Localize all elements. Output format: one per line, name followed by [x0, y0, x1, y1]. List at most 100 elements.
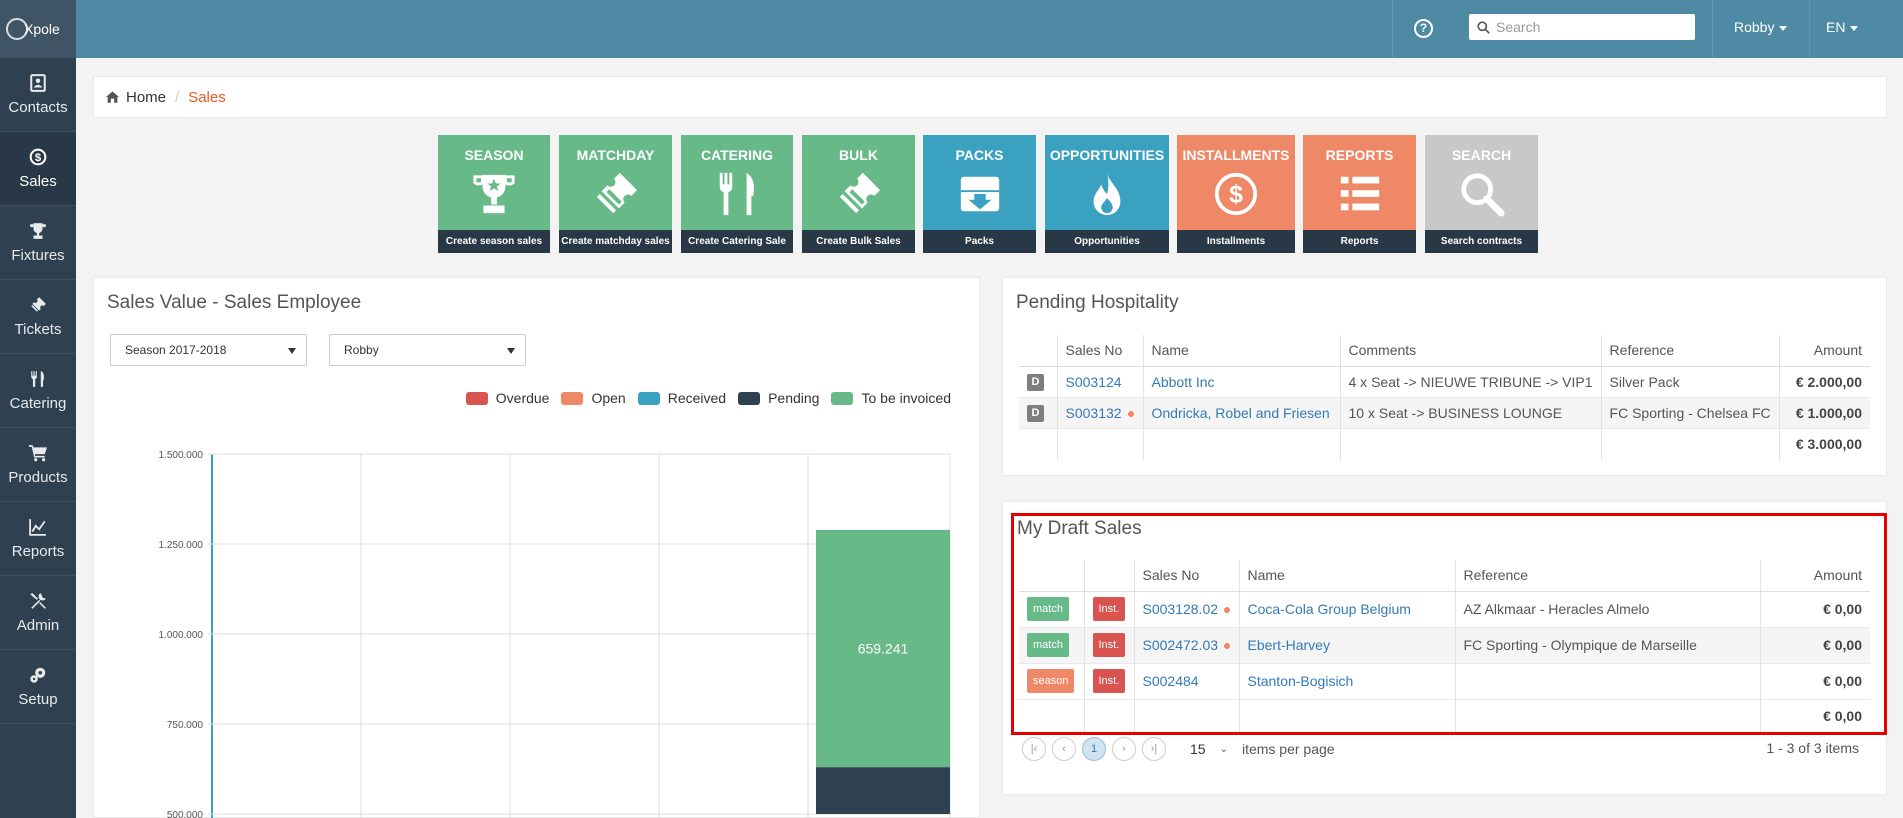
logo-text: Xpole	[24, 21, 60, 37]
sidebar-item-sales[interactable]: $ Sales	[0, 132, 76, 206]
tile-catering[interactable]: CATERING Create Catering Sale	[681, 135, 793, 253]
tile-title: INSTALLMENTS	[1182, 147, 1290, 163]
sales-no-link[interactable]: S002472.03	[1143, 637, 1219, 653]
inst-cell: Inst.	[1083, 662, 1134, 699]
sale-type-label[interactable]: match	[1027, 633, 1069, 657]
breadcrumb: Home / Sales	[93, 76, 1887, 118]
legend-item[interactable]: Received	[637, 390, 726, 406]
y-tick-label: 1.500.000	[159, 450, 204, 461]
sales-no-link[interactable]: S003132	[1066, 405, 1122, 421]
pager: |‹ ‹ 1 › ›| 15 ⌄ items per page	[1022, 737, 1335, 761]
y-tick-label: 1.000.000	[159, 630, 204, 641]
cutlery-icon	[29, 370, 47, 395]
column-header-amount: Amount	[1778, 335, 1870, 367]
logo[interactable]: Xpole	[0, 0, 76, 58]
tile-matchday[interactable]: MATCHDAY Create matchday sales	[559, 135, 672, 253]
sales-no-cell: S002472.03	[1133, 626, 1239, 663]
search-input[interactable]	[1496, 19, 1676, 35]
contact-name-link[interactable]: Stanton-Bogisich	[1248, 673, 1354, 689]
y-tick-label: 750.000	[167, 720, 204, 731]
column-header-sales-no: Sales No	[1056, 335, 1143, 367]
legend-swatch	[831, 391, 854, 405]
search-icon	[1425, 171, 1538, 219]
draft-sales-table: Sales No Name Reference Amount match Inst…	[1019, 560, 1870, 732]
contact-name-link[interactable]: Ondricka, Robel and Friesen	[1152, 405, 1330, 421]
ticket-icon	[559, 171, 672, 219]
tile-footer: Installments	[1177, 230, 1295, 253]
legend-item[interactable]: Open	[561, 390, 626, 406]
tile-footer: Packs	[923, 230, 1036, 253]
breadcrumb-current: Sales	[188, 88, 226, 106]
legend-item[interactable]: Pending	[738, 390, 819, 406]
tile-season[interactable]: SEASON Create season sales	[438, 135, 550, 253]
sidebar-item-fixtures[interactable]: Fixtures	[0, 206, 76, 280]
first-page-button[interactable]: |‹	[1022, 737, 1046, 761]
sidebar-item-label: Sales	[19, 172, 57, 190]
tile-title: SEASON	[464, 147, 524, 163]
sales-no-link[interactable]: S003128.02	[1143, 601, 1219, 617]
amount-cell: € 0,00	[1759, 662, 1870, 699]
sales-no-link[interactable]: S003124	[1066, 374, 1122, 390]
next-page-button[interactable]: ›	[1112, 737, 1136, 761]
fire-icon	[1045, 171, 1169, 219]
user-menu[interactable]: Robby	[1734, 19, 1788, 35]
amount-cell: € 0,00	[1759, 590, 1870, 627]
tile-search[interactable]: SEARCH Search contracts	[1425, 135, 1538, 253]
breadcrumb-separator: /	[175, 88, 180, 106]
amount-cell: € 1.000,00	[1778, 396, 1870, 428]
sidebar-item-tickets[interactable]: Tickets	[0, 280, 76, 354]
dollar-circle-icon: $	[1177, 171, 1295, 219]
previous-page-button[interactable]: ‹	[1052, 737, 1076, 761]
contact-name-link[interactable]: Coca-Cola Group Belgium	[1248, 601, 1411, 617]
column-header-name: Name	[1238, 560, 1455, 592]
employee-select[interactable]: Robby	[329, 334, 526, 366]
language-menu[interactable]: EN	[1826, 19, 1859, 35]
column-header-reference: Reference	[1454, 560, 1760, 592]
installment-label[interactable]: Inst.	[1092, 633, 1126, 657]
page-button-current[interactable]: 1	[1082, 737, 1106, 761]
page-size-select[interactable]: 15 ⌄	[1190, 741, 1228, 757]
table-row: season Inst. S002484 Stanton-Bogisich € 0,00	[1019, 662, 1870, 699]
bar-data-label: 659.241	[858, 641, 909, 657]
tile-reports[interactable]: REPORTS Reports	[1303, 135, 1416, 253]
breadcrumb-home[interactable]: Home	[126, 89, 166, 106]
legend-item[interactable]: To be invoiced	[831, 390, 951, 406]
trophy-icon	[29, 222, 47, 247]
help-icon[interactable]: ?	[1414, 19, 1433, 38]
pending-hospitality-title: Pending Hospitality	[1016, 292, 1179, 313]
tile-opportunities[interactable]: OPPORTUNITIES Opportunities	[1045, 135, 1169, 253]
name-cell: Abbott Inc	[1142, 365, 1340, 397]
employee-select-value: Robby	[344, 343, 379, 357]
installment-label[interactable]: Inst.	[1092, 669, 1126, 693]
sale-type-label[interactable]: match	[1027, 597, 1069, 621]
season-select[interactable]: Season 2017-2018	[110, 334, 307, 366]
sidebar-item-admin[interactable]: Admin	[0, 576, 76, 650]
tile-bulk[interactable]: BULK Create Bulk Sales	[802, 135, 915, 253]
empty-cell	[1454, 698, 1760, 732]
sale-type-label[interactable]: season	[1027, 669, 1075, 693]
y-tick-label: 1.250.000	[159, 540, 204, 551]
contact-name-link[interactable]: Abbott Inc	[1152, 374, 1215, 390]
sidebar-item-label: Admin	[16, 616, 60, 634]
legend-swatch	[465, 391, 488, 405]
tile-installments[interactable]: INSTALLMENTS $ Installments	[1177, 135, 1295, 253]
sidebar-item-catering[interactable]: Catering	[0, 354, 76, 428]
installment-label[interactable]: Inst.	[1092, 597, 1126, 621]
column-header-comments: Comments	[1339, 335, 1602, 367]
sidebar-item-setup[interactable]: Setup	[0, 650, 76, 724]
contact-name-link[interactable]: Ebert-Harvey	[1248, 637, 1330, 653]
tile-footer: Search contracts	[1425, 230, 1538, 253]
sidebar-item-reports[interactable]: Reports	[0, 502, 76, 576]
total-amount: € 0,00	[1759, 698, 1870, 732]
last-page-button[interactable]: ›|	[1142, 737, 1166, 761]
legend-item[interactable]: Overdue	[465, 390, 549, 406]
tile-packs[interactable]: PACKS Packs	[923, 135, 1036, 253]
search-box[interactable]	[1469, 14, 1695, 40]
sales-no-link[interactable]: S002484	[1143, 673, 1199, 689]
gears-icon	[29, 666, 47, 691]
sidebar-item-products[interactable]: Products	[0, 428, 76, 502]
svg-text:$: $	[1229, 181, 1243, 209]
contacts-icon	[29, 73, 47, 99]
draft-sales-title: My Draft Sales	[1017, 518, 1142, 539]
sidebar-item-contacts[interactable]: Contacts	[0, 58, 76, 132]
